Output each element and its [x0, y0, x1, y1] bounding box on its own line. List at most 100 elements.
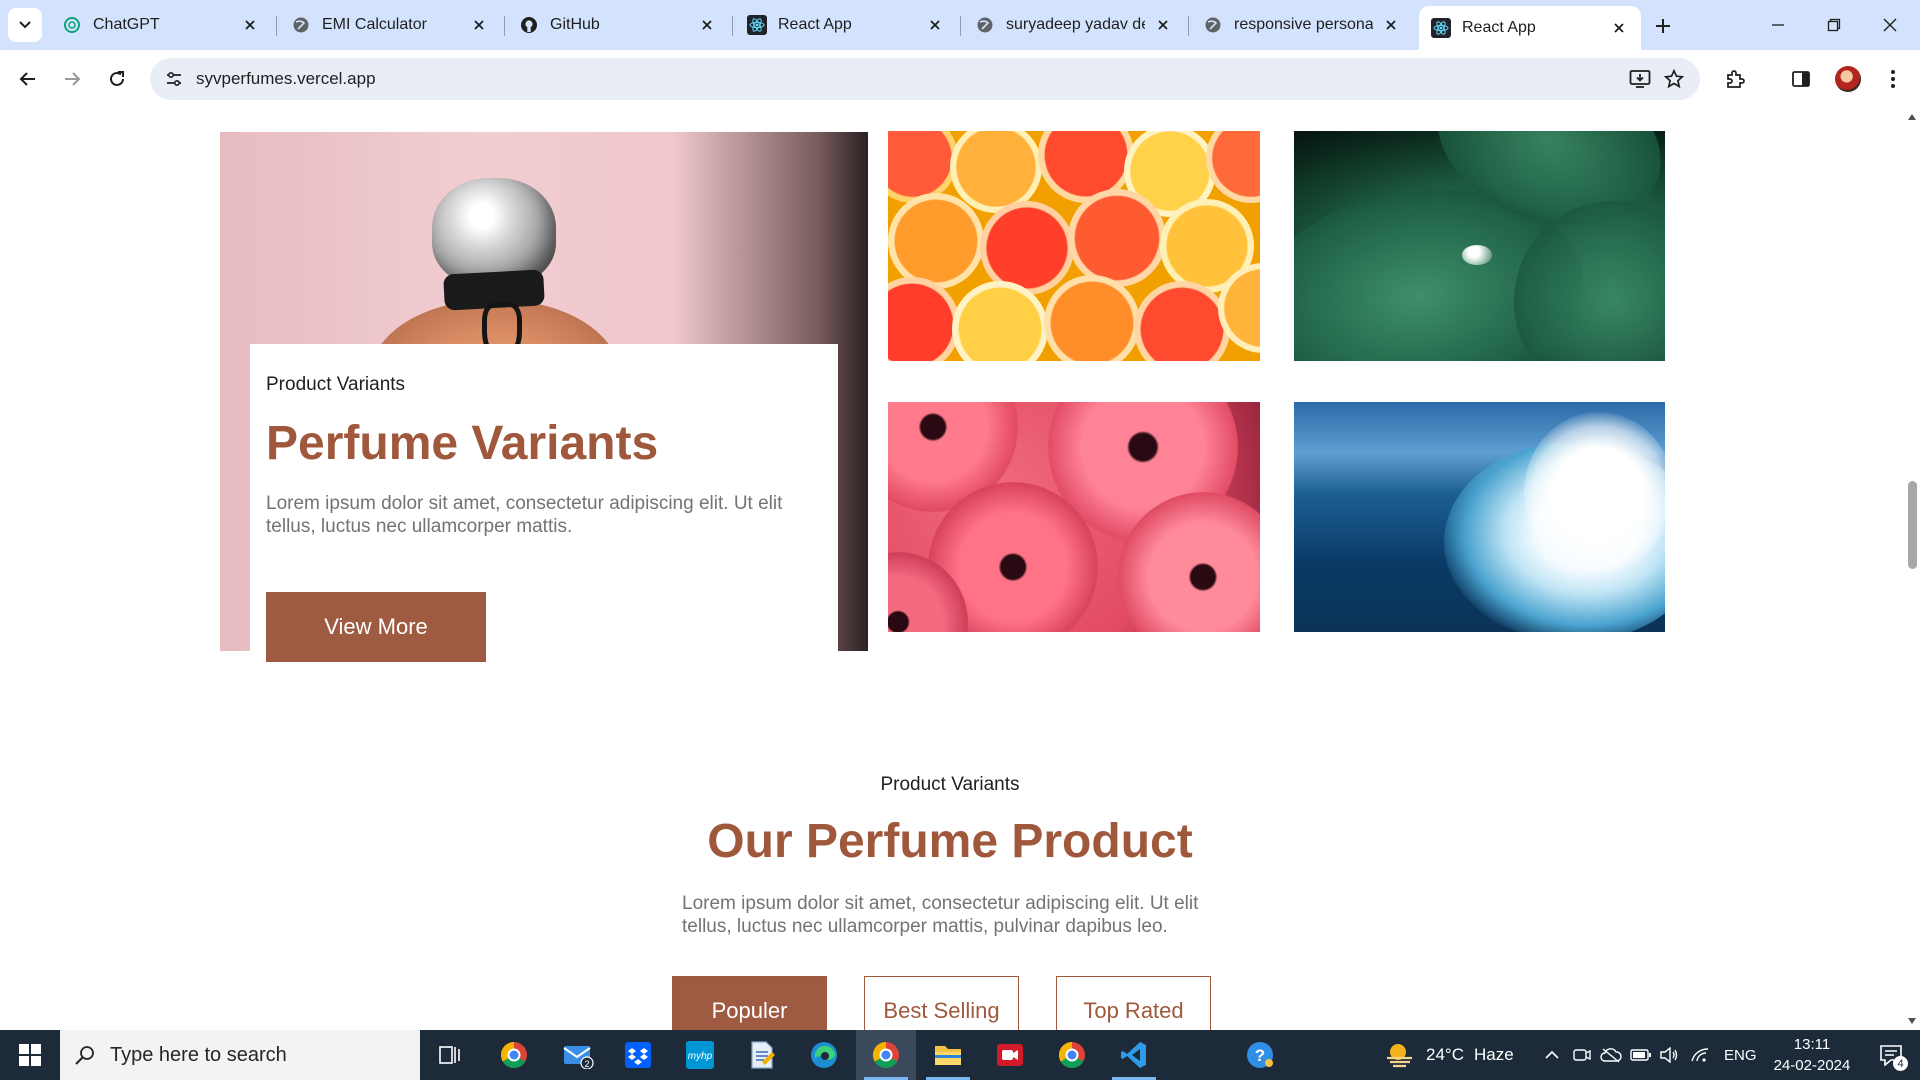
page-scrollbar[interactable]	[1904, 108, 1920, 1030]
hp-icon: myhp	[686, 1041, 714, 1069]
tab-chatgpt[interactable]: ChatGPT	[50, 6, 272, 44]
tab-search-button[interactable]	[8, 8, 42, 42]
show-hidden-icons-button[interactable]	[1537, 1030, 1567, 1080]
profile-button[interactable]	[1831, 62, 1865, 96]
weather-temp: 24°C	[1426, 1045, 1464, 1064]
products-title: Our Perfume Product	[707, 815, 1193, 868]
close-icon[interactable]	[240, 15, 260, 35]
install-app-icon[interactable]	[1628, 67, 1652, 91]
close-icon[interactable]	[925, 15, 945, 35]
help-app[interactable]: ?	[1230, 1030, 1290, 1080]
chatgpt-icon	[62, 15, 82, 35]
chevron-down-icon	[19, 21, 31, 29]
tab-emi-calculator[interactable]: EMI Calculator	[279, 6, 501, 44]
close-window-button[interactable]	[1862, 0, 1918, 50]
chrome-app-second[interactable]	[1042, 1030, 1102, 1080]
vscode-app[interactable]	[1104, 1030, 1164, 1080]
ocean-wave-image	[1294, 402, 1665, 632]
volume-icon[interactable]	[1654, 1030, 1684, 1080]
side-panel-icon	[1792, 71, 1810, 87]
hero-title: Perfume Variants	[266, 417, 659, 470]
scroll-down-icon[interactable]	[1908, 1018, 1916, 1024]
globe-icon	[1203, 15, 1223, 35]
chrome-app-active[interactable]	[856, 1030, 916, 1080]
url-text: syvperfumes.vercel.app	[196, 69, 376, 88]
tab-suryadeep-yadav[interactable]: suryadeep yadav dev	[963, 6, 1185, 44]
filter-best-selling-button[interactable]: Best Selling	[864, 976, 1019, 1030]
close-icon[interactable]	[1153, 15, 1173, 35]
close-icon[interactable]	[469, 15, 489, 35]
new-tab-button[interactable]	[1647, 10, 1679, 42]
language-indicator[interactable]: ENG	[1724, 1030, 1757, 1080]
chrome-profile-app[interactable]	[484, 1030, 544, 1080]
cloud-offline-icon[interactable]	[1596, 1030, 1626, 1080]
mail-app[interactable]: 2	[548, 1030, 608, 1080]
weather-widget[interactable]: 24°C Haze	[1384, 1030, 1514, 1080]
task-view-button[interactable]	[420, 1030, 480, 1080]
side-panel-button[interactable]	[1784, 62, 1818, 96]
restore-button[interactable]	[1806, 0, 1862, 50]
react-icon	[747, 15, 767, 35]
browser-toolbar: syvperfumes.vercel.app	[0, 50, 1920, 108]
browser-menu-button[interactable]	[1876, 62, 1910, 96]
notepad-app[interactable]	[732, 1030, 792, 1080]
close-icon[interactable]	[697, 15, 717, 35]
forward-button[interactable]	[55, 62, 89, 96]
back-button[interactable]	[11, 62, 45, 96]
browser-tabstrip: ChatGPT EMI Calculator GitHub React App …	[0, 0, 1920, 50]
wifi-icon[interactable]	[1685, 1030, 1715, 1080]
bookmark-star-icon[interactable]	[1662, 67, 1686, 91]
close-icon[interactable]	[1381, 15, 1401, 35]
haze-sun-icon	[1387, 1044, 1412, 1068]
screen-recorder-app[interactable]	[980, 1030, 1040, 1080]
file-explorer-app[interactable]	[918, 1030, 978, 1080]
scroll-thumb[interactable]	[1908, 481, 1917, 569]
pink-gerbera-flowers-image	[888, 402, 1260, 632]
tab-title: ChatGPT	[93, 16, 160, 33]
address-bar[interactable]: syvperfumes.vercel.app	[150, 58, 1700, 100]
tab-react-app-active[interactable]: React App	[1419, 6, 1641, 50]
extensions-button[interactable]	[1718, 62, 1752, 96]
video-camera-icon	[997, 1044, 1023, 1066]
dropbox-app[interactable]	[608, 1030, 668, 1080]
weather-condition: Haze	[1473, 1045, 1514, 1064]
tab-title: React App	[1462, 19, 1536, 36]
svg-text:myhp: myhp	[688, 1051, 713, 1062]
search-placeholder: Type here to search	[110, 1043, 287, 1066]
products-description: Lorem ipsum dolor sit amet, consectetur …	[682, 893, 1199, 937]
language-text: ENG	[1724, 1046, 1757, 1064]
battery-icon[interactable]	[1626, 1030, 1656, 1080]
document-icon	[751, 1041, 775, 1069]
tab-separator	[504, 16, 505, 36]
mail-badge-count: 2	[584, 1059, 589, 1069]
folder-icon	[935, 1046, 961, 1065]
edge-app[interactable]	[794, 1030, 854, 1080]
notification-count: 4	[1893, 1056, 1908, 1071]
avatar	[1835, 66, 1861, 92]
search-icon	[60, 1044, 110, 1066]
mail-icon: 2	[563, 1046, 594, 1069]
taskbar-clock[interactable]: 13:11 24-02-2024	[1764, 1034, 1860, 1076]
notification-center-button[interactable]: 4	[1866, 1030, 1916, 1080]
tab-github[interactable]: GitHub	[507, 6, 729, 44]
chrome-icon	[1058, 1041, 1085, 1069]
arrow-left-icon	[19, 72, 35, 86]
hp-app[interactable]: myhp	[670, 1030, 730, 1080]
filter-popular-button[interactable]: Populer	[672, 976, 827, 1030]
filter-top-rated-button[interactable]: Top Rated	[1056, 976, 1211, 1030]
meet-now-icon[interactable]	[1567, 1030, 1597, 1080]
site-settings-icon[interactable]	[162, 67, 186, 91]
windows-taskbar: Type here to search 2 myhp ? 24°C Haze E…	[0, 1030, 1920, 1080]
scroll-up-icon[interactable]	[1908, 114, 1916, 120]
svg-text:?: ?	[1255, 1046, 1265, 1065]
close-icon[interactable]	[1609, 18, 1629, 38]
tab-react-app[interactable]: React App	[735, 6, 957, 44]
view-more-button[interactable]: View More	[266, 592, 486, 662]
tab-responsive-personal[interactable]: responsive personal	[1191, 6, 1413, 44]
start-button[interactable]	[0, 1030, 60, 1080]
taskbar-search-box[interactable]: Type here to search	[60, 1030, 420, 1080]
hero-description: Lorem ipsum dolor sit amet, consectetur …	[266, 493, 783, 537]
minimize-button[interactable]	[1750, 0, 1806, 50]
products-eyebrow: Product Variants	[880, 774, 1020, 795]
reload-button[interactable]	[100, 62, 134, 96]
